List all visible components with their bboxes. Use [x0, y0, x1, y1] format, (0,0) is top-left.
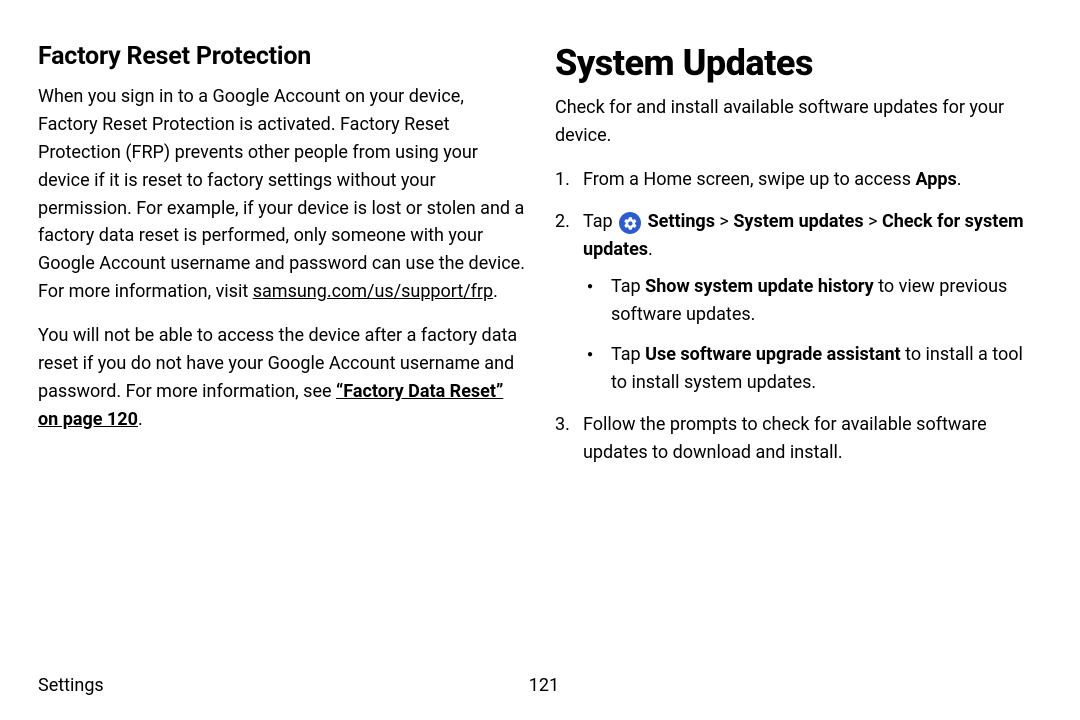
sub1-a: Tap: [611, 276, 645, 297]
system-updates-label: System updates: [733, 211, 863, 232]
footer-page-number: 121: [529, 675, 559, 696]
settings-label: Settings: [648, 211, 715, 232]
settings-gear-icon: [619, 212, 641, 234]
step-1-text-a: From a Home screen, swipe up to access: [583, 169, 915, 190]
right-column: System Updates Check for and install ava…: [555, 42, 1042, 481]
page-footer: Settings 121: [38, 675, 1042, 696]
frp-heading: Factory Reset Protection: [38, 42, 525, 71]
apps-label: Apps: [915, 169, 956, 190]
page-columns: Factory Reset Protection When you sign i…: [38, 42, 1042, 481]
step-2-sep2: >: [864, 211, 882, 232]
frp-p2-text-b: .: [138, 409, 143, 430]
footer-section-label: Settings: [38, 675, 104, 696]
frp-paragraph-1: When you sign in to a Google Account on …: [38, 83, 525, 306]
frp-p1-text-a: When you sign in to a Google Account on …: [38, 86, 525, 302]
sub-bullet-2: Tap Use software upgrade assistant to in…: [587, 341, 1042, 397]
sub-bullet-1: Tap Show system update history to view p…: [587, 273, 1042, 329]
show-history-label: Show system update history: [645, 276, 874, 297]
step-3: Follow the prompts to check for availabl…: [555, 411, 1042, 467]
steps-list: From a Home screen, swipe up to access A…: [555, 166, 1042, 467]
step-1: From a Home screen, swipe up to access A…: [555, 166, 1042, 194]
step-2-end: .: [648, 239, 653, 260]
frp-paragraph-2: You will not be able to access the devic…: [38, 322, 525, 434]
frp-support-link[interactable]: samsung.com/us/support/frp: [253, 281, 493, 302]
system-updates-heading: System Updates: [555, 42, 1042, 84]
step-2-tap: Tap: [583, 211, 617, 232]
step-1-text-c: .: [957, 169, 962, 190]
sub2-a: Tap: [611, 344, 645, 365]
step-2-sep1: >: [715, 211, 733, 232]
system-updates-intro: Check for and install available software…: [555, 94, 1042, 150]
step-2: Tap Settings > System updates > Check fo…: [555, 208, 1042, 397]
frp-p1-text-b: .: [493, 281, 498, 302]
upgrade-assistant-label: Use software upgrade assistant: [645, 344, 901, 365]
sub-bullets: Tap Show system update history to view p…: [587, 273, 1042, 397]
left-column: Factory Reset Protection When you sign i…: [38, 42, 525, 481]
